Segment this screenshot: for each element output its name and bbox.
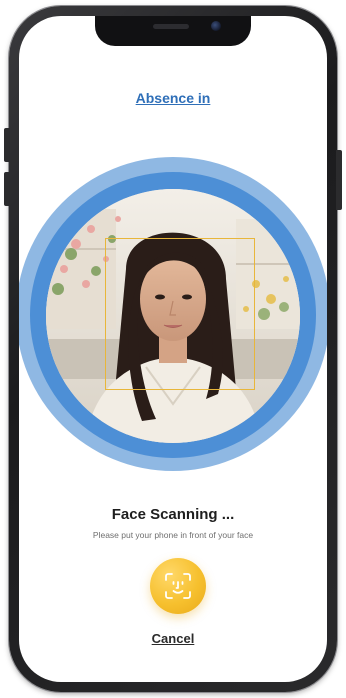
notch <box>95 16 251 46</box>
cancel-button[interactable]: Cancel <box>19 631 327 646</box>
face-id-icon <box>165 573 191 599</box>
power-button <box>336 150 342 210</box>
app-stage: Absence in Face Scanning ... Please put … <box>0 0 346 698</box>
speaker-grille <box>153 24 189 29</box>
volume-up-button <box>4 128 10 162</box>
face-detection-frame <box>105 238 255 390</box>
cancel-label[interactable]: Cancel <box>152 631 195 646</box>
volume-down-button <box>4 172 10 206</box>
page-title-label[interactable]: Absence in <box>136 90 211 106</box>
scan-status-title: Face Scanning ... <box>111 506 235 523</box>
phone-screen: Absence in Face Scanning ... Please put … <box>19 16 327 682</box>
face-scan-button[interactable] <box>150 558 206 614</box>
front-camera-icon <box>211 21 221 31</box>
scan-instruction: Please put your phone in front of your f… <box>92 530 254 540</box>
page-title[interactable]: Absence in <box>19 90 327 106</box>
